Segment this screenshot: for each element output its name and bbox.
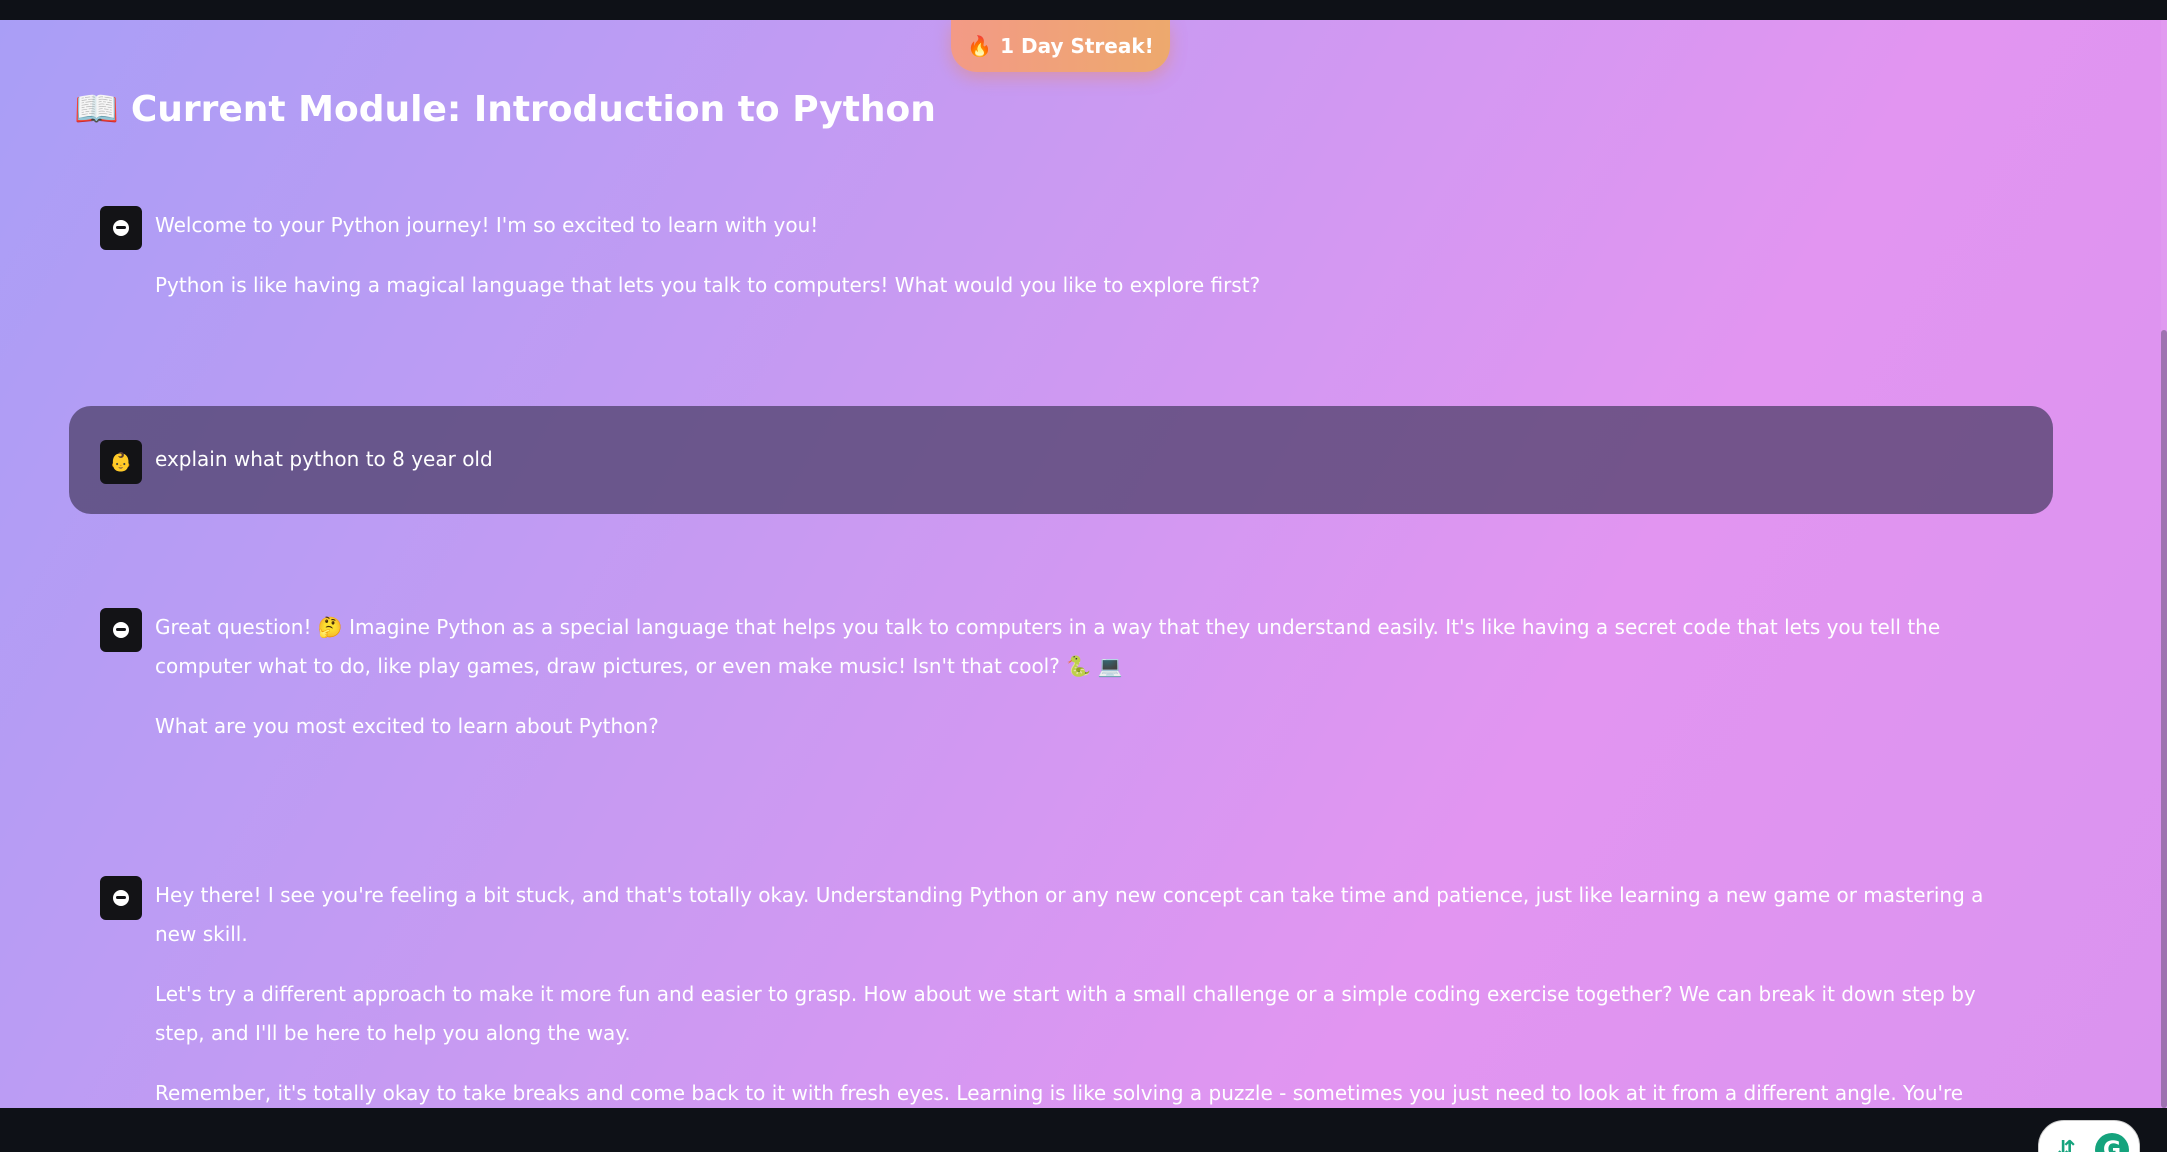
streak-badge: 🔥 1 Day Streak!: [951, 20, 1170, 72]
sync-icon[interactable]: ⇵: [2057, 1137, 2075, 1152]
chat-message-assistant: Great question! 🤔 Imagine Python as a sp…: [100, 608, 2020, 767]
message-paragraph: What are you most excited to learn about…: [155, 714, 659, 738]
bot-avatar-icon: [100, 206, 142, 250]
message-paragraph: Hey there! I see you're feeling a bit st…: [155, 883, 1984, 946]
bot-avatar-icon: [100, 608, 142, 652]
module-title-text: Current Module: Introduction to Python: [130, 89, 936, 130]
fire-icon: 🔥: [967, 34, 993, 58]
page-title: 📖 Current Module: Introduction to Python: [74, 88, 936, 130]
top-bar: [0, 0, 2167, 20]
grammarly-widget[interactable]: ⇵ G: [2038, 1120, 2140, 1152]
message-paragraph: Let's try a different approach to make i…: [155, 982, 1976, 1045]
scrollbar-thumb[interactable]: [2161, 330, 2167, 1108]
message-paragraph: Welcome to your Python journey! I'm so e…: [155, 213, 819, 237]
chat-message-user: 👶 explain what python to 8 year old: [100, 440, 493, 484]
streak-label: 1 Day Streak!: [1000, 34, 1154, 58]
app-main: 🔥 1 Day Streak! 📖 Current Module: Introdu…: [0, 20, 2167, 1108]
book-icon: 📖: [74, 89, 119, 130]
message-paragraph: Python is like having a magical language…: [155, 273, 1261, 297]
message-paragraph: Great question! 🤔 Imagine Python as a sp…: [155, 615, 1941, 678]
grammarly-icon[interactable]: G: [2095, 1133, 2129, 1152]
user-avatar-icon: 👶: [100, 440, 142, 484]
bot-avatar-icon: [100, 876, 142, 920]
chat-message-assistant: Hey there! I see you're feeling a bit st…: [100, 876, 2020, 1108]
message-paragraph: Remember, it's totally okay to take brea…: [155, 1081, 1964, 1105]
chat-message-assistant: Welcome to your Python journey! I'm so e…: [100, 206, 2020, 326]
bottom-bar: [0, 1108, 2167, 1152]
message-text: explain what python to 8 year old: [155, 447, 493, 471]
